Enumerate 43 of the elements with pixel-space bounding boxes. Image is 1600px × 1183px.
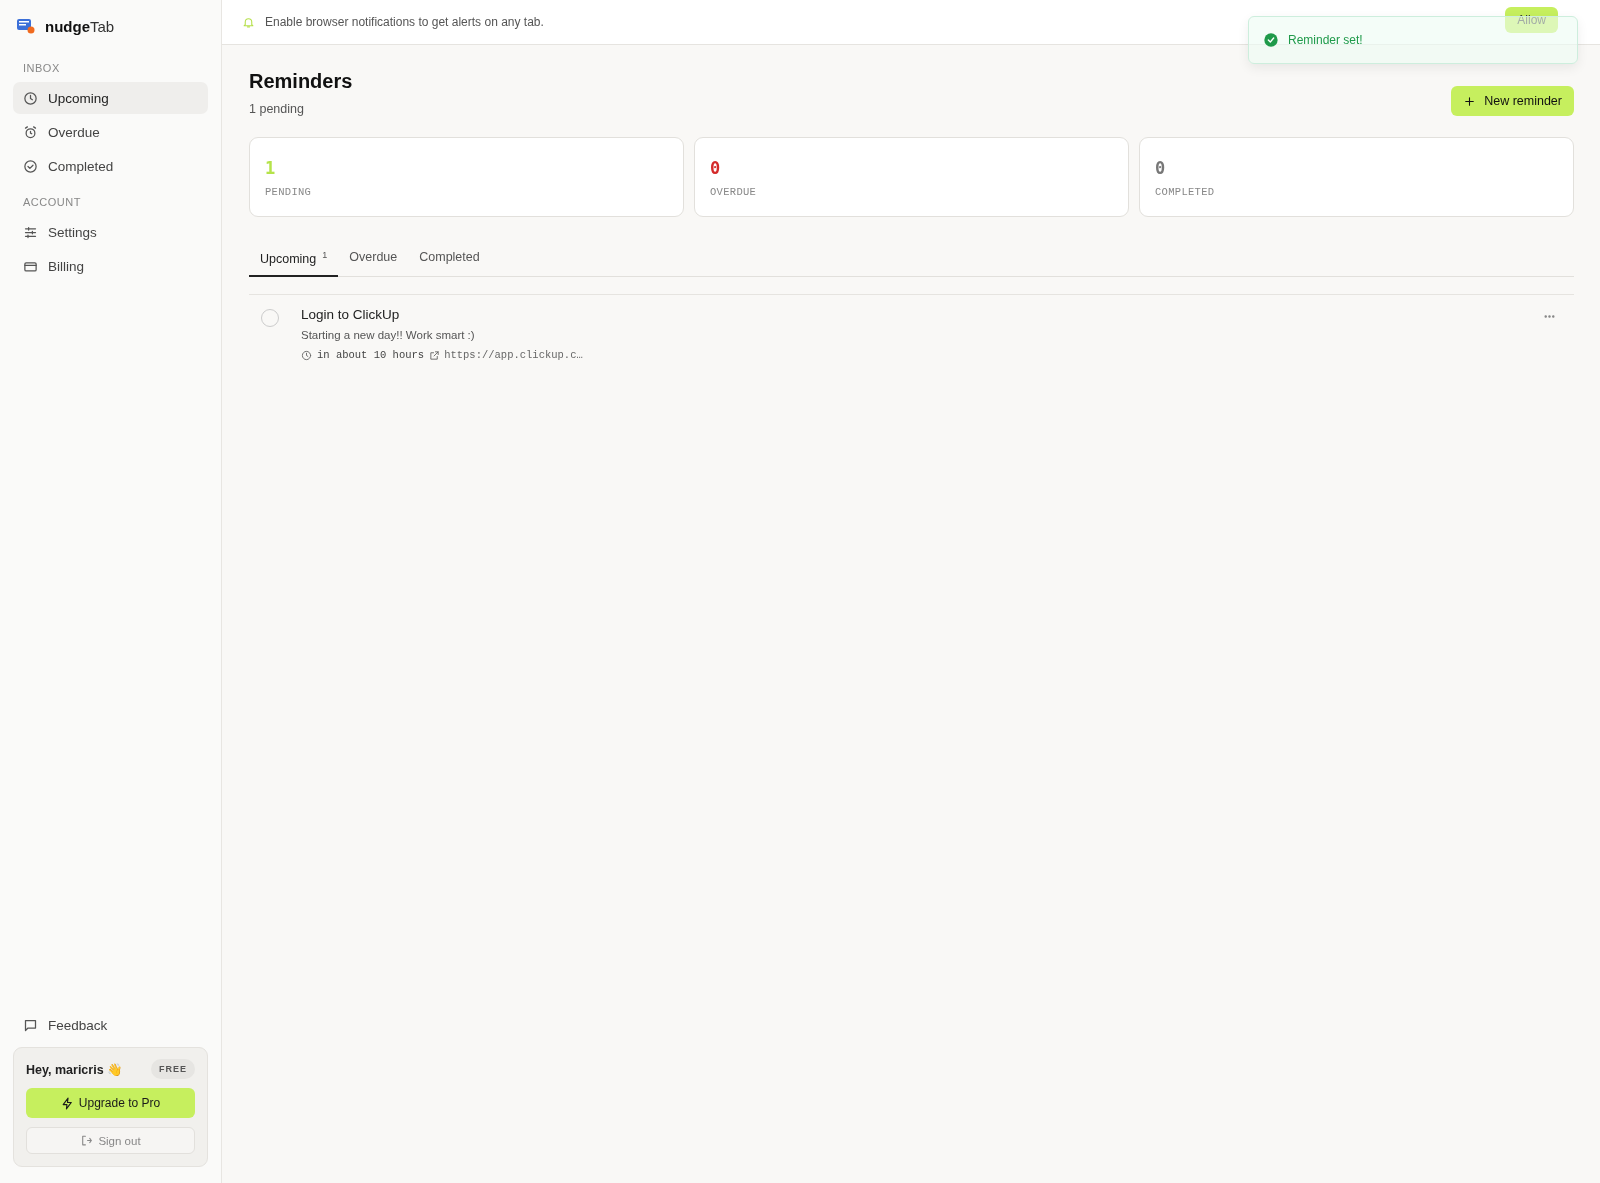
stat-label: COMPLETED <box>1155 186 1216 198</box>
section-heading: INBOX <box>22 61 61 76</box>
tab[interactable]: Completed <box>408 242 491 278</box>
reminder-note: Starting a new day!! Work smart :) <box>301 329 476 342</box>
clock-icon <box>301 349 312 361</box>
sidebar-item[interactable]: Completed <box>13 150 208 182</box>
sidebar-item[interactable]: Overdue <box>13 116 208 148</box>
sign-out-icon <box>80 1134 94 1147</box>
upgrade-button[interactable]: Upgrade to Pro <box>26 1088 195 1118</box>
sidebar-item[interactable]: Upcoming <box>13 82 208 114</box>
sidebar-item[interactable]: Settings <box>13 216 208 248</box>
tab[interactable]: Overdue <box>338 242 409 278</box>
plus-icon <box>1463 94 1477 108</box>
check-circle-icon <box>23 158 38 174</box>
stat-value: 1 <box>265 158 277 178</box>
alarm-clock-icon <box>23 124 38 140</box>
stat-label: OVERDUE <box>710 186 758 198</box>
checkbox[interactable] <box>261 309 279 328</box>
feedback-link[interactable]: Feedback <box>13 1009 208 1041</box>
tab[interactable]: Upcoming $^{1}$ <box>249 242 339 278</box>
stat-value: 0 <box>1155 158 1167 178</box>
toast-message: Reminder set! <box>1288 33 1363 47</box>
lightning-icon <box>60 1096 74 1110</box>
chat-icon <box>23 1017 38 1033</box>
brand-name: nudgeTab <box>45 17 115 35</box>
due-time: in about 10 hours <box>317 349 425 362</box>
page-title: Reminders <box>249 70 353 93</box>
reminder-title: Login to ClickUp <box>301 307 401 323</box>
stat-value: 0 <box>710 158 722 178</box>
bell-icon <box>242 15 255 29</box>
greeting-text: Hey, maricris 👋 <box>26 1061 124 1077</box>
page-subtitle: 1 pending <box>249 102 305 116</box>
logo-icon <box>16 16 36 36</box>
reminder-link[interactable]: https://app.clickup.c… <box>444 349 583 362</box>
external-link-icon <box>429 349 441 361</box>
banner-text: Enable browser notifications to get alerts on any tab. <box>265 15 544 29</box>
sliders-icon <box>23 224 38 240</box>
clock-icon <box>23 90 38 106</box>
sidebar-item[interactable]: Billing <box>13 250 208 282</box>
section-heading: ACCOUNT <box>22 195 82 210</box>
plan-badge: FREE <box>151 1059 195 1079</box>
new-reminder-button[interactable]: New reminder <box>1451 86 1574 116</box>
stat-label: PENDING <box>265 186 313 198</box>
